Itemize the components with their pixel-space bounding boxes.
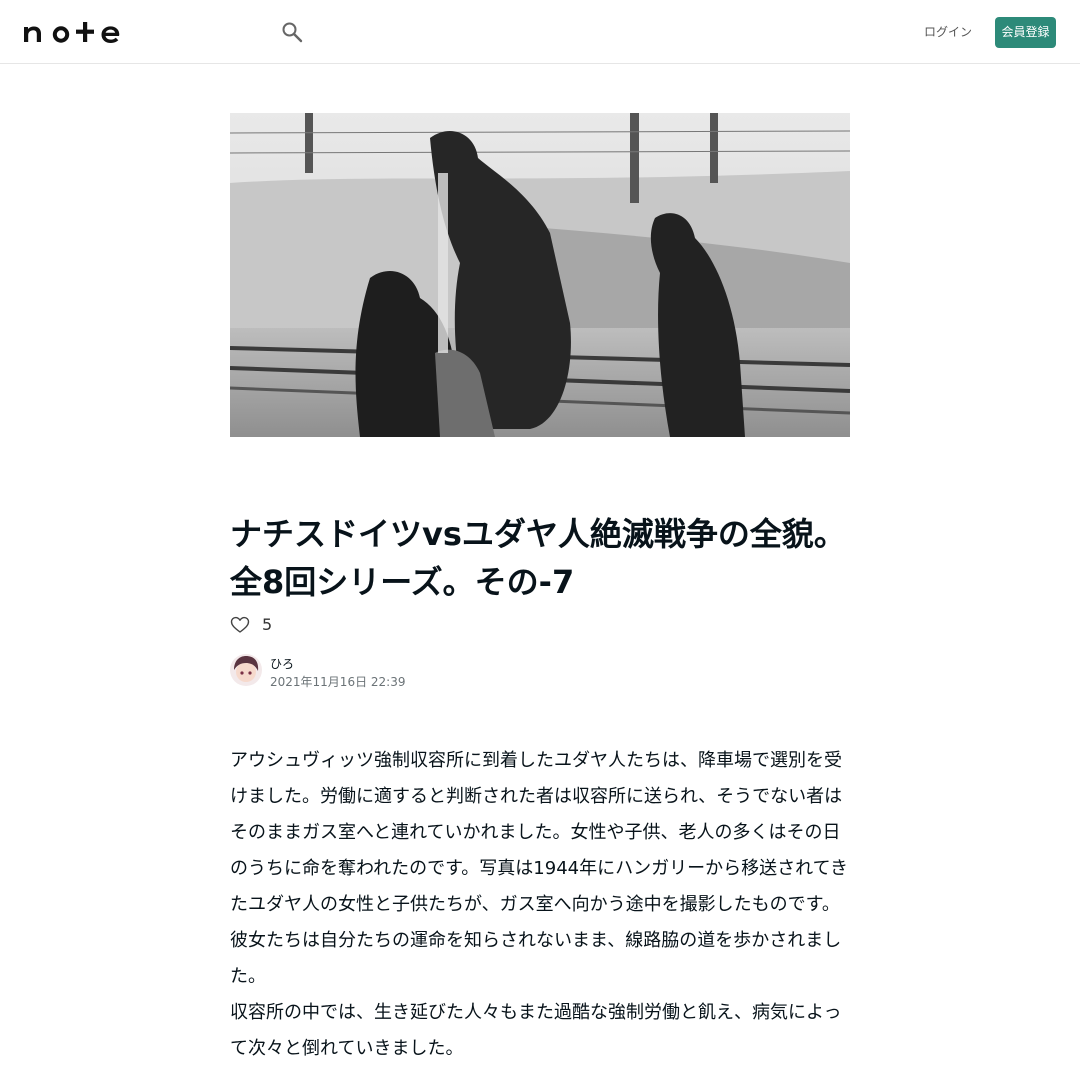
heart-icon[interactable]: [230, 615, 250, 635]
like-count: 5: [262, 615, 273, 634]
author-info: ひろ 2021年11月16日 22:39: [230, 654, 530, 689]
login-link[interactable]: ログイン: [922, 22, 974, 42]
search-icon[interactable]: [280, 20, 304, 44]
author-name[interactable]: ひろ: [270, 656, 294, 672]
avatar[interactable]: [230, 654, 262, 686]
site-header: ログイン 会員登録: [0, 0, 1080, 64]
note-logo[interactable]: [24, 20, 122, 43]
article-paragraph: アウシュヴィッツ強制収容所に到着したユダヤ人たちは、降車場で選別を受けました。労…: [230, 750, 849, 987]
hero-image: [230, 113, 850, 437]
article-title: ナチスドイツvsユダヤ人絶滅戦争の全貌。全8回シリーズ。その-7: [230, 515, 846, 601]
article-paragraph: 収容所の中では、生き延びた人々もまた過酷な強制労働と飢え、病気によって次々と倒れ…: [230, 1002, 842, 1059]
post-date: 2021年11月16日 22:39: [270, 675, 406, 689]
signup-button[interactable]: 会員登録: [995, 17, 1056, 48]
